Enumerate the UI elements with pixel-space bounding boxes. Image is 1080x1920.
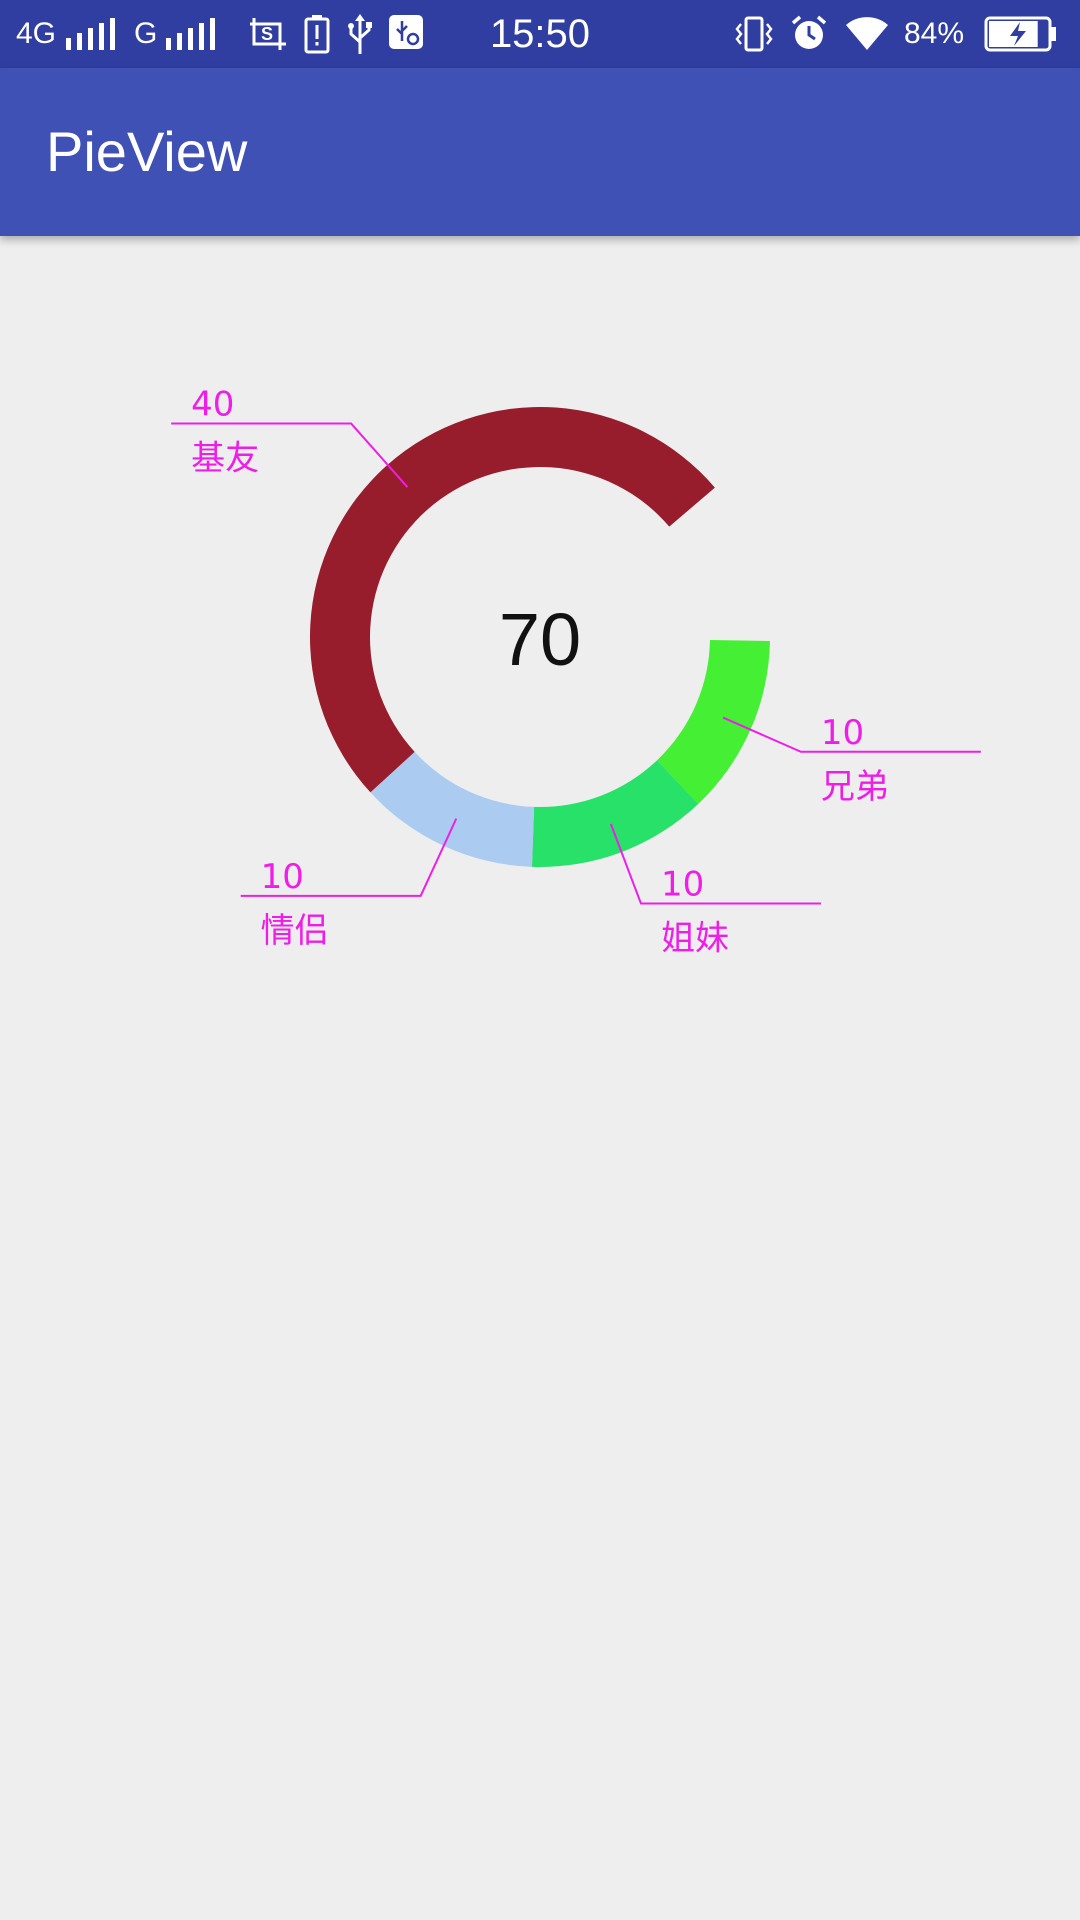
status-bar: 4G G S 15:50 84% bbox=[0, 0, 1080, 68]
battery-charging-icon bbox=[984, 16, 1056, 52]
pie-center-total: 70 bbox=[499, 598, 581, 681]
app-title: PieView bbox=[46, 120, 248, 183]
app-bar: PieView bbox=[0, 68, 1080, 236]
wifi-icon bbox=[846, 17, 888, 50]
pie-value-label: 10 bbox=[661, 865, 704, 905]
pie-value-label: 10 bbox=[261, 857, 304, 897]
vibrate-icon bbox=[735, 16, 773, 52]
pie-chart: 10 兄弟 10 姐妹 10 情侣 40 基友 70 bbox=[171, 385, 981, 959]
pie-category-label: 基友 bbox=[191, 439, 259, 479]
pie-chart-area: 10 兄弟 10 姐妹 10 情侣 40 基友 70 bbox=[0, 236, 1080, 996]
pie-value-label: 10 bbox=[821, 713, 864, 753]
pie-value-label: 40 bbox=[191, 385, 234, 425]
pie-category-label: 姐妹 bbox=[661, 919, 729, 959]
pie-category-label: 兄弟 bbox=[821, 767, 889, 807]
alarm-icon bbox=[791, 15, 827, 49]
pie-category-label: 情侣 bbox=[261, 911, 329, 951]
battery-percent-label: 84% bbox=[904, 17, 965, 50]
